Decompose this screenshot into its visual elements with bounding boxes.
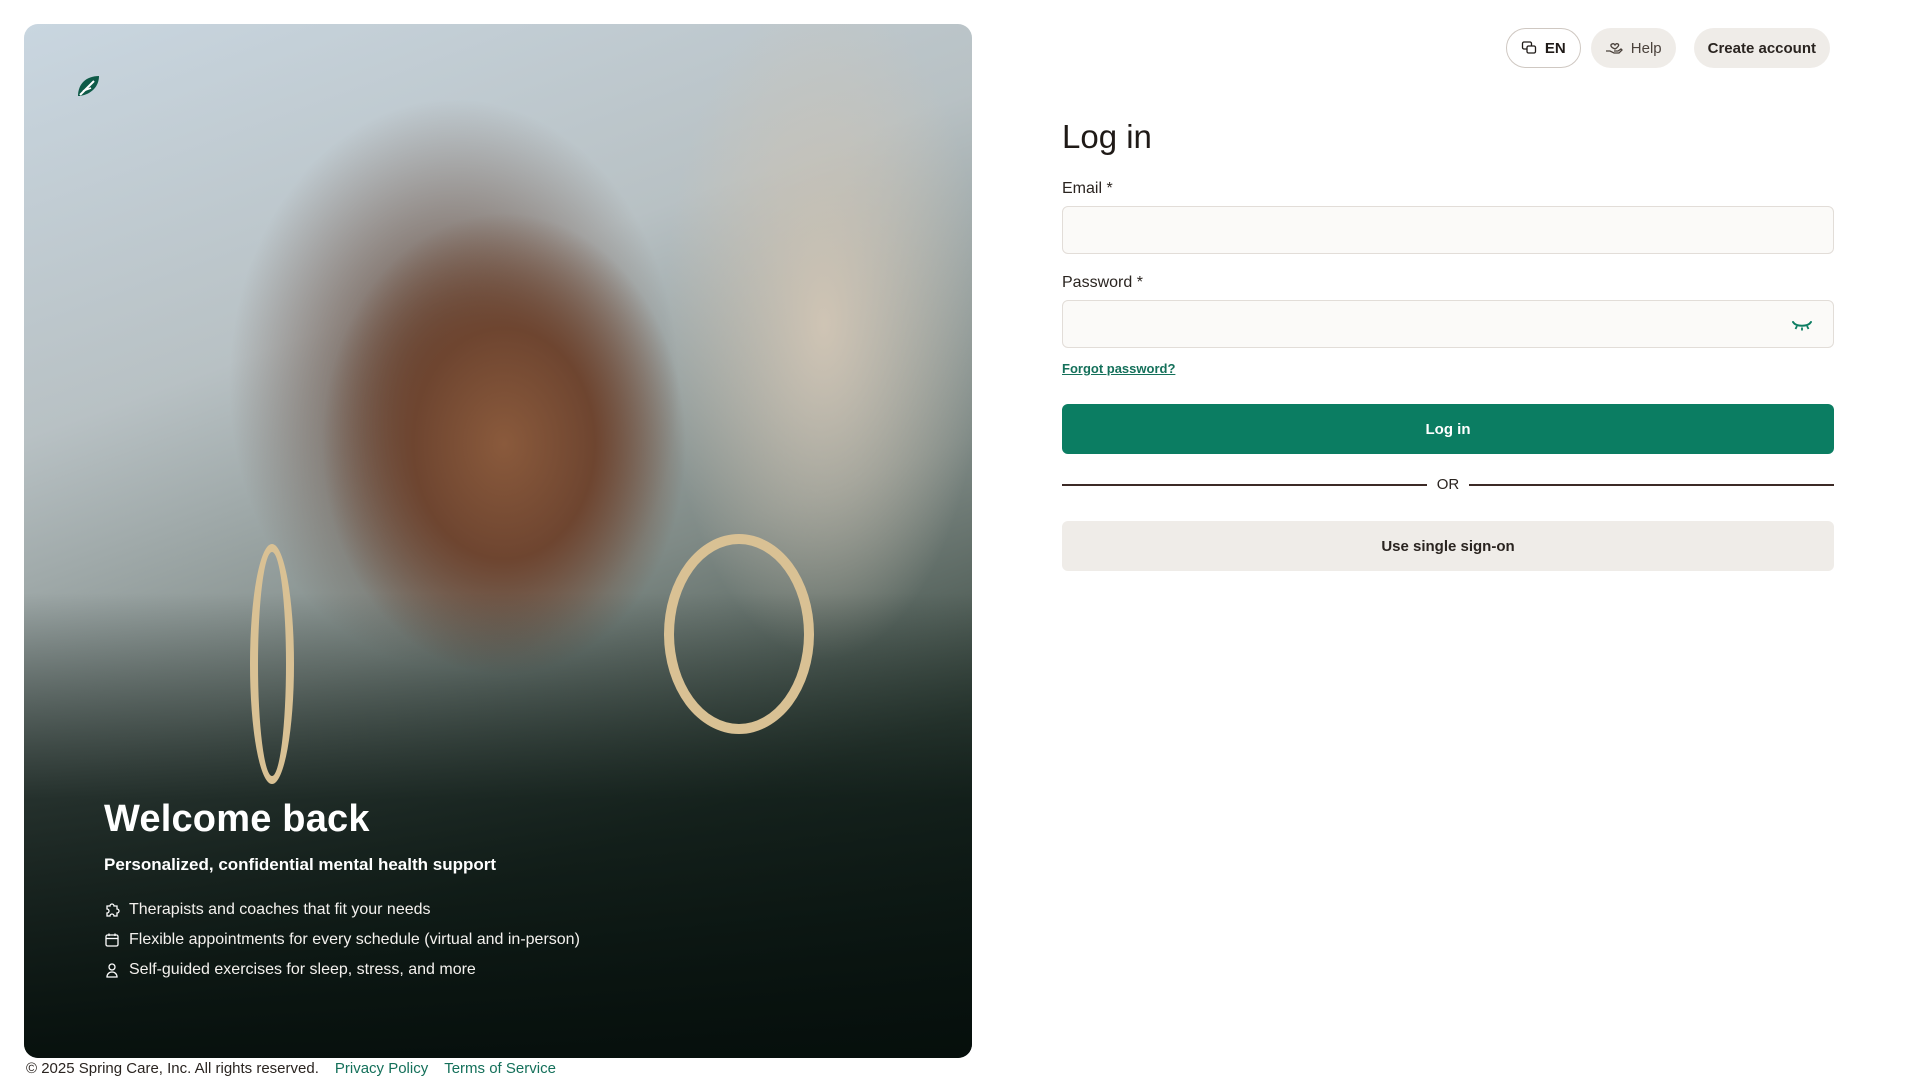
spring-leaf-logo-icon[interactable] <box>74 72 102 100</box>
email-field[interactable] <box>1062 206 1834 254</box>
login-button[interactable]: Log in <box>1062 404 1834 454</box>
help-label: Help <box>1630 39 1662 57</box>
or-divider: OR <box>1062 476 1834 493</box>
hero-content: Welcome back Personalized, confidential … <box>104 798 580 991</box>
hero-panel: Welcome back Personalized, confidential … <box>24 24 972 1058</box>
hero-subtitle: Personalized, confidential mental health… <box>104 855 497 874</box>
feature-text: Self-guided exercises for sleep, stress,… <box>129 961 476 978</box>
person-icon <box>106 963 118 978</box>
privacy-policy-link[interactable]: Privacy Policy <box>335 1060 428 1077</box>
password-field[interactable] <box>1062 300 1834 348</box>
helping-hand-icon <box>1605 43 1623 54</box>
feature-item: Self-guided exercises for sleep, stress,… <box>104 961 580 979</box>
divider-line <box>1469 483 1834 486</box>
language-label: EN <box>1544 39 1566 57</box>
email-label: Email * <box>1062 180 1113 197</box>
hero-photo-detail <box>664 534 814 734</box>
create-account-button[interactable]: Create account <box>1693 28 1830 68</box>
sso-button[interactable]: Use single sign-on <box>1062 521 1834 571</box>
help-button[interactable]: Help <box>1590 28 1676 68</box>
calendar-icon <box>105 933 119 947</box>
forgot-password-link[interactable]: Forgot password? <box>1062 361 1175 376</box>
divider-line <box>1062 483 1427 486</box>
footer: © 2025 Spring Care, Inc. All rights rese… <box>26 1060 556 1077</box>
terms-of-service-link[interactable]: Terms of Service <box>444 1060 556 1077</box>
login-form: Log in Email * Password * Forgot passwor… <box>1062 118 1834 571</box>
copyright-text: © 2025 Spring Care, Inc. All rights rese… <box>26 1060 319 1077</box>
feature-item: Flexible appointments for every schedule… <box>104 931 580 949</box>
show-password-icon[interactable] <box>1791 317 1813 333</box>
or-text: OR <box>1436 476 1460 493</box>
translate-icon <box>1521 41 1537 54</box>
hero-photo-detail <box>250 544 294 784</box>
hero-title: Welcome back <box>104 798 370 840</box>
feature-text: Therapists and coaches that fit your nee… <box>129 901 431 918</box>
language-button[interactable]: EN <box>1505 28 1581 68</box>
feature-text: Flexible appointments for every schedule… <box>129 931 580 948</box>
feature-item: Therapists and coaches that fit your nee… <box>104 901 580 919</box>
password-label: Password * <box>1062 274 1143 291</box>
puzzle-icon <box>106 903 120 917</box>
page-title: Log in <box>1062 118 1152 155</box>
top-nav: EN Help Create account <box>1505 28 1830 68</box>
